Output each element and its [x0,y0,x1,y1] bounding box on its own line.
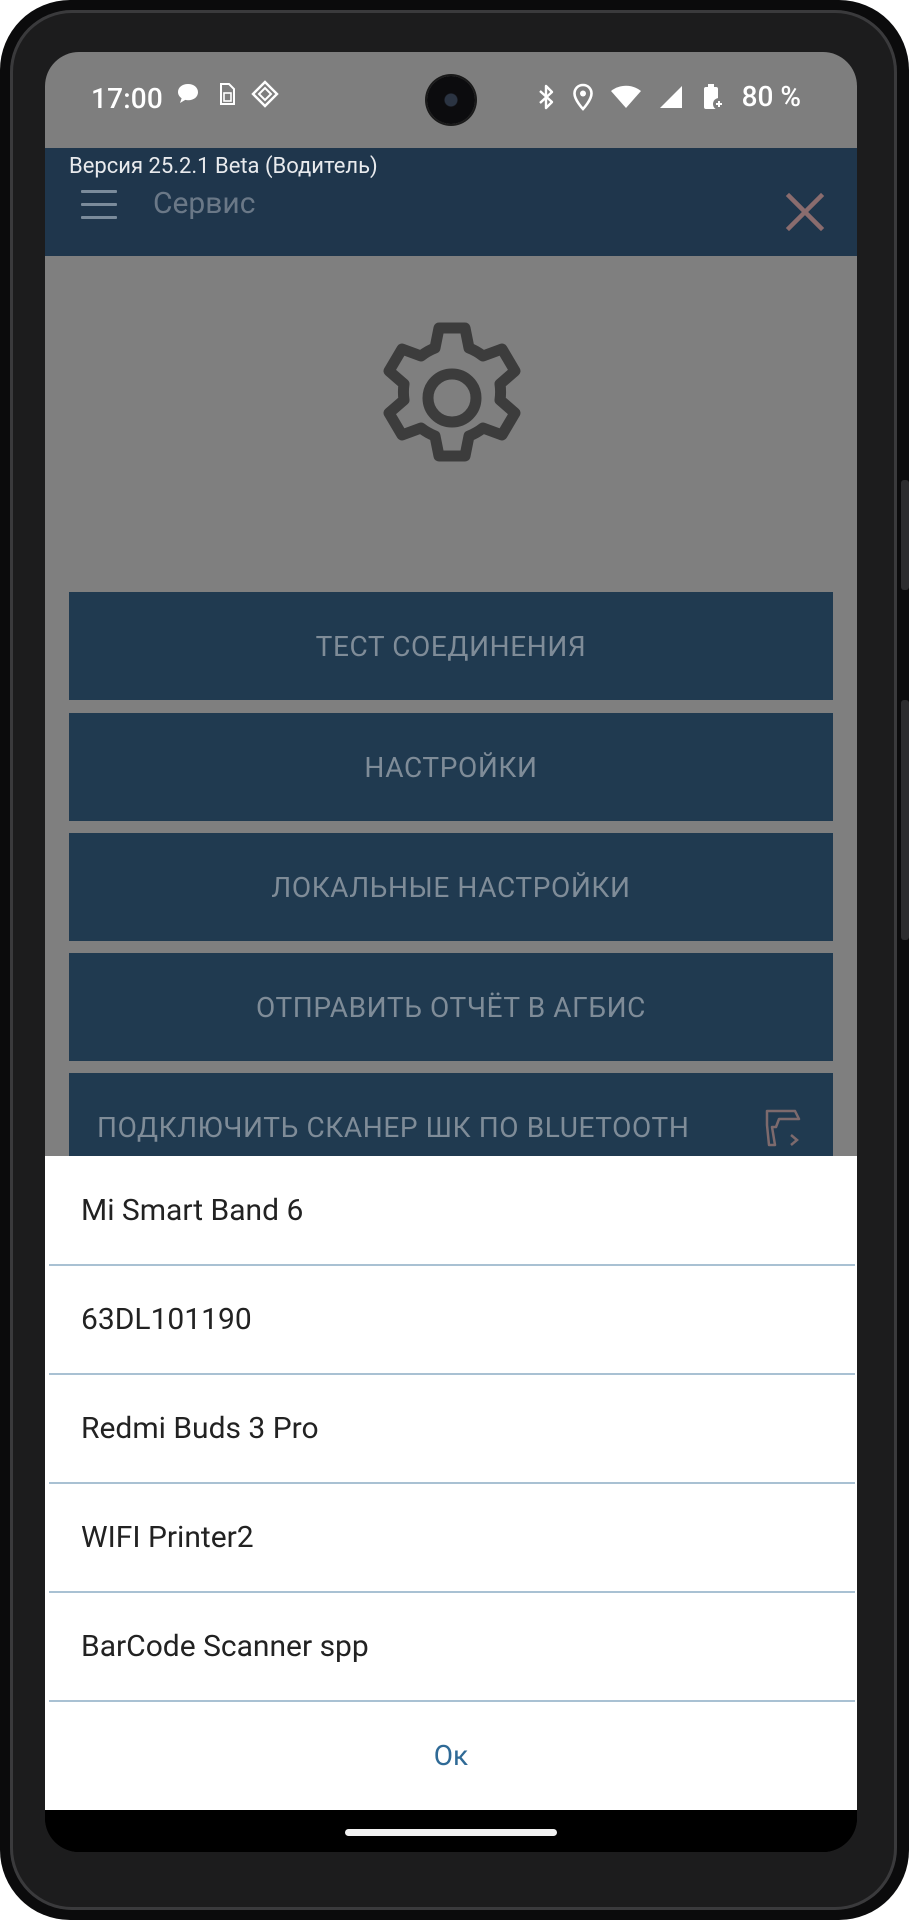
device-picker-sheet: Mi Smart Band 6 63DL101190 Redmi Buds 3 … [45,1156,857,1810]
chat-bubble-icon [178,84,198,103]
device-item[interactable]: Mi Smart Band 6 [45,1156,857,1264]
hamburger-menu-icon[interactable] [81,190,117,226]
test-connection-button[interactable]: ТЕСТ СОЕДИНЕНИЯ [69,592,833,700]
location-pin-icon [572,83,593,111]
home-gesture-handle[interactable] [345,1829,557,1836]
volume-button [901,480,909,590]
sim-icon [220,83,235,105]
page-title: Сервис [153,186,256,221]
local-settings-button[interactable]: ЛОКАЛЬНЫЕ НАСТРОЙКИ [69,833,833,941]
screen: 17:00 80 % Версия 25.2.1 Beta (Водитель)… [45,52,857,1852]
status-right-icons: 80 % [536,80,801,113]
battery-percent: 80 % [741,80,801,113]
service-content: ТЕСТ СОЕДИНЕНИЯ НАСТРОЙКИ ЛОКАЛЬНЫЕ НАСТ… [45,256,857,1181]
gear-icon [383,322,521,462]
status-bar: 17:00 80 % [45,52,857,148]
send-report-button[interactable]: ОТПРАВИТЬ ОТЧЁТ В АГБИС [69,953,833,1061]
app-bar: Версия 25.2.1 Beta (Водитель) Сервис [45,148,857,256]
ok-button[interactable]: Ок [45,1700,857,1810]
close-icon[interactable] [783,190,827,234]
device-item[interactable]: 63DL101190 [45,1265,857,1373]
connect-scanner-label: ПОДКЛЮЧИТЬ СКАНЕР ШК ПО BLUETOOTH [97,1110,690,1144]
version-label: Версия 25.2.1 Beta (Водитель) [69,154,378,179]
power-button [901,700,909,940]
settings-button[interactable]: НАСТРОЙКИ [69,713,833,821]
device-item[interactable]: BarCode Scanner spp [45,1592,857,1700]
device-item[interactable]: WIFI Printer2 [45,1483,857,1591]
phone-frame: 17:00 80 % Версия 25.2.1 Beta (Водитель)… [0,0,909,1920]
barcode-scanner-icon [765,1109,801,1147]
bluetooth-icon [538,84,553,109]
device-item[interactable]: Redmi Buds 3 Pro [45,1374,857,1482]
location-diamond-icon [251,80,279,108]
battery-saver-icon [703,83,725,110]
front-camera [427,76,475,124]
status-left-icons [175,80,279,108]
status-time: 17:00 [91,82,164,115]
wifi-icon [610,85,641,108]
cell-signal-icon [659,85,682,108]
